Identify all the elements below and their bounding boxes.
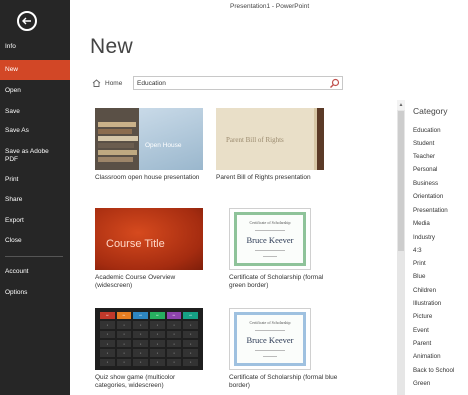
template-tile-quiz-show-game[interactable]: ▪▪▪ ▪▪▪ ▪▪▪ ▪▪▪ ▪▪▪ ▪▪▪ ▪ ▪ ▪ ▪ ▪ ▪ ▪ ▪ ▪ ▪ ▪ ▪ ▪ ▪… — [95, 308, 203, 391]
category-item[interactable]: Event — [413, 327, 429, 334]
menu-divider — [5, 256, 63, 257]
back-arrow-icon[interactable] — [17, 11, 37, 31]
category-item[interactable]: Print — [413, 260, 426, 267]
menu-item-label: Close — [5, 237, 22, 245]
menu-item-label: Save as Adobe PDF — [5, 148, 49, 163]
template-tile-classroom-open-house[interactable]: Open House Classroom open house presenta… — [95, 108, 203, 182]
menu-item-label: Save — [5, 108, 20, 116]
certificate-name: Bruce Keever — [246, 335, 294, 345]
category-item[interactable]: Animation — [413, 353, 441, 360]
menu-item-label: Account — [5, 268, 29, 276]
menu-item-print[interactable]: Print — [0, 170, 70, 190]
template-caption: Certificate of Scholarship (formal green… — [229, 274, 324, 290]
template-caption: Certificate of Scholarship (formal blue … — [229, 374, 338, 390]
template-thumbnail: ▪▪▪ ▪▪▪ ▪▪▪ ▪▪▪ ▪▪▪ ▪▪▪ ▪ ▪ ▪ ▪ ▪ ▪ ▪ ▪ ▪ ▪ ▪ ▪ ▪ ▪… — [95, 308, 203, 370]
category-item[interactable]: Teacher — [413, 153, 435, 160]
page-title: New — [90, 35, 133, 58]
scrollbar-thumb[interactable] — [398, 111, 404, 251]
scroll-up-icon[interactable]: ▲ — [397, 100, 405, 110]
menu-item-account[interactable]: Account — [0, 262, 70, 282]
thumbnail-title: Open House — [145, 142, 182, 149]
home-link[interactable]: Home — [92, 79, 122, 87]
certificate-heading: Certificate of Scholarship — [249, 220, 291, 225]
menu-item-label: Save As — [5, 127, 29, 135]
category-panel: ▲ Category Education Student Teacher Per… — [397, 100, 468, 395]
menu-item-label: Info — [5, 43, 16, 51]
category-item[interactable]: Parent — [413, 340, 431, 347]
template-caption: Parent Bill of Rights presentation — [216, 174, 311, 181]
template-search-input[interactable] — [137, 78, 322, 89]
category-item[interactable]: Green — [413, 380, 430, 387]
template-tile-academic-course-overview[interactable]: Course Title Academic Course Overview (w… — [95, 208, 203, 291]
thumbnail-title: Course Title — [106, 238, 165, 250]
category-item[interactable]: Back to School — [413, 367, 454, 374]
category-item[interactable]: Orientation — [413, 193, 443, 200]
menu-item-save-as[interactable]: Save As — [0, 121, 70, 141]
menu-item-info[interactable]: Info — [0, 37, 70, 57]
window-title: Presentation1 - PowerPoint — [230, 3, 310, 10]
menu-item-label: New — [5, 66, 19, 74]
menu-item-close[interactable]: Close — [0, 231, 70, 251]
menu-item-options[interactable]: Options — [0, 283, 70, 303]
certificate-name: Bruce Keever — [246, 235, 294, 245]
category-item[interactable]: Picture — [413, 313, 432, 320]
template-caption: Academic Course Overview (widescreen) — [95, 274, 176, 290]
menu-item-label: Open — [5, 87, 21, 95]
menu-item-open[interactable]: Open — [0, 81, 70, 101]
menu-item-label: Options — [5, 289, 28, 297]
template-thumbnail: Course Title — [95, 208, 203, 270]
template-tile-certificate-green[interactable]: Certificate of Scholarship Bruce Keever … — [229, 208, 323, 291]
category-item[interactable]: Children — [413, 287, 436, 294]
menu-item-save-as-adobe-pdf[interactable]: Save as Adobe PDF — [0, 146, 50, 166]
category-item[interactable]: Industry — [413, 234, 435, 241]
template-thumbnail: Certificate of Scholarship Bruce Keever — [229, 208, 311, 270]
home-icon — [92, 79, 101, 87]
menu-item-share[interactable]: Share — [0, 190, 70, 210]
template-thumbnail: Open House — [95, 108, 203, 170]
menu-item-export[interactable]: Export — [0, 211, 70, 231]
thumbnail-title: Parent Bill of Rights — [226, 136, 284, 144]
category-item[interactable]: Business — [413, 180, 438, 187]
backstage-sidebar: Info New Open Save Save As Save as Adobe… — [0, 0, 70, 395]
template-tile-parent-bill-of-rights[interactable]: Parent Bill of Rights Parent Bill of Rig… — [216, 108, 324, 182]
category-item[interactable]: 4:3 — [413, 247, 422, 254]
menu-item-label: Print — [5, 176, 19, 184]
category-item[interactable]: Student — [413, 140, 434, 147]
home-label: Home — [105, 79, 123, 87]
template-thumbnail: Certificate of Scholarship Bruce Keever — [229, 308, 311, 370]
category-title: Category — [413, 106, 448, 116]
menu-item-label: Share — [5, 196, 23, 204]
menu-item-label: Export — [5, 217, 24, 225]
template-tile-certificate-blue[interactable]: Certificate of Scholarship Bruce Keever … — [229, 308, 337, 391]
category-item[interactable]: Presentation — [413, 207, 448, 214]
template-thumbnail: Parent Bill of Rights — [216, 108, 324, 170]
template-caption: Classroom open house presentation — [95, 174, 200, 181]
category-item[interactable]: Education — [413, 127, 441, 134]
search-icon[interactable] — [329, 78, 340, 89]
category-scrollbar[interactable]: ▲ — [397, 100, 405, 395]
books-image — [95, 108, 139, 170]
certificate-heading: Certificate of Scholarship — [249, 320, 291, 325]
category-item[interactable]: Media — [413, 220, 430, 227]
category-item[interactable]: Personal — [413, 166, 437, 173]
template-search-box — [133, 76, 343, 90]
category-item[interactable]: Blue — [413, 273, 425, 280]
template-caption: Quiz show game (multicolor categories, w… — [95, 374, 176, 390]
menu-item-save[interactable]: Save — [0, 102, 70, 122]
menu-item-new[interactable]: New — [0, 60, 70, 80]
category-item[interactable]: Illustration — [413, 300, 441, 307]
